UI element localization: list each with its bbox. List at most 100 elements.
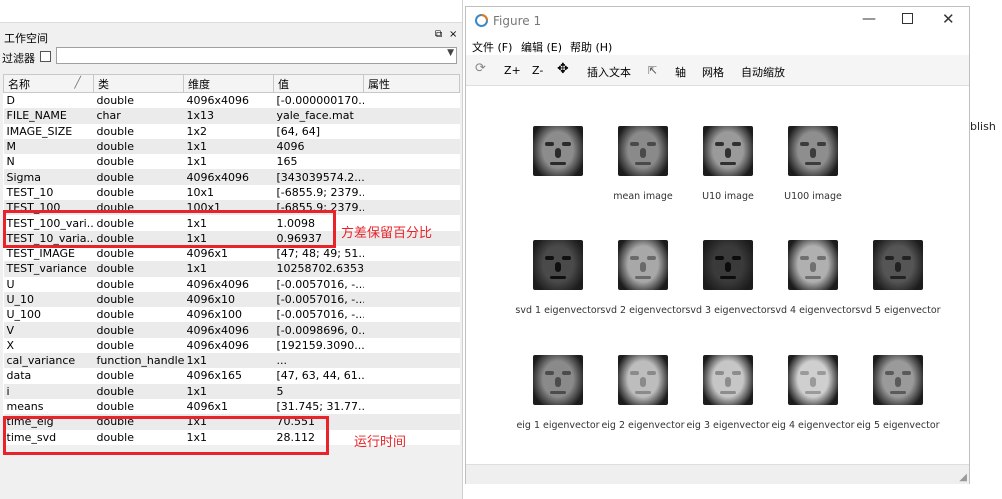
table-row[interactable]: U_100 double 4096x100 [-0.0057016, -...	[3, 307, 460, 323]
face-nose	[810, 148, 816, 158]
table-row[interactable]: Ddouble 4096x4096 [-0.000000170...	[3, 92, 460, 109]
matlab-logo-icon	[475, 14, 488, 27]
face-mouth	[635, 391, 651, 394]
zoom-out-button[interactable]: Z-	[532, 64, 543, 77]
face-mouth	[890, 391, 906, 394]
cell-value: [343039574.2...	[273, 169, 364, 185]
table-row[interactable]: means double 4096x1 [31.745; 31.77...	[3, 398, 460, 415]
table-header: 名称 ╱ 类 维度 值 属性	[3, 74, 460, 93]
face-nose	[555, 377, 561, 387]
column-header-value[interactable]: 值	[273, 74, 364, 93]
variable-table: 名称 ╱ 类 维度 值 属性 Ddouble 4096x4096 [-0.000000…	[3, 74, 460, 445]
workspace-panel: 工作空间 ⧉ × 过滤器 ▼ 名称 ╱ 类 维度 值 属性 Ddouble 4096…	[0, 0, 463, 499]
face-eye-l	[800, 142, 809, 146]
table-row[interactable]: IMAGE_SIZE double 1x2 [64, 64]	[3, 123, 460, 139]
pan-icon[interactable]: ✥	[557, 61, 569, 77]
column-header-class[interactable]: 类	[93, 74, 184, 93]
resize-grip-icon[interactable]: ◢	[959, 472, 967, 483]
axis-button[interactable]: 轴	[675, 64, 686, 80]
face-eye-r	[902, 371, 911, 375]
face-eye-r	[647, 142, 656, 146]
face-eye-r	[732, 256, 741, 260]
face-nose	[810, 262, 816, 272]
variance-annotation: 方差保留百分比	[341, 226, 433, 241]
face-nose	[640, 148, 646, 158]
table-row[interactable]: Udouble 4096x4096 [-0.0057016, -...	[3, 276, 460, 292]
menu-file[interactable]: 文件 (F)	[472, 39, 512, 55]
menu-edit[interactable]: 编辑 (E)	[521, 39, 562, 55]
autoscale-button[interactable]: 自动缩放	[741, 64, 785, 80]
cell-attr	[363, 398, 460, 415]
cell-size: 4096x4096	[183, 322, 274, 338]
cell-name: M	[3, 138, 94, 155]
maximize-icon[interactable]	[902, 13, 913, 24]
face-eye-r	[817, 256, 826, 260]
workspace-title: 工作空间	[4, 32, 48, 45]
close-icon[interactable]: ✕	[942, 10, 955, 28]
table-row[interactable]: Vdouble 4096x4096 [-0.0098696, 0...	[3, 322, 460, 338]
figure-titlebar[interactable]: Figure 1 — ✕	[466, 7, 969, 35]
figure-canvas[interactable]: mean image U10 image U100 image svd 1 eigen…	[466, 86, 969, 464]
table-row[interactable]: Xdouble 4096x4096 [192159.3090...	[3, 337, 460, 354]
cell-size: 4096x4096	[183, 337, 274, 354]
cell-value: ...	[273, 353, 364, 369]
insert-text-button[interactable]: 插入文本	[587, 64, 631, 80]
cell-attr	[363, 108, 460, 124]
cell-class: double	[93, 245, 184, 262]
undock-icon[interactable]: ⧉	[435, 29, 442, 40]
face-mouth	[550, 391, 566, 394]
cell-name: U_10	[3, 291, 94, 308]
close-icon[interactable]: ×	[449, 29, 457, 40]
filter-label: 过滤器	[2, 52, 35, 65]
cell-value: [64, 64]	[273, 123, 364, 139]
face-eye-l	[715, 142, 724, 146]
table-row[interactable]: Sigma double 4096x4096 [343039574.2...	[3, 169, 460, 185]
minimize-icon[interactable]: —	[862, 11, 876, 27]
cell-value: [-0.0098696, 0...	[273, 322, 364, 338]
face-image	[703, 126, 753, 176]
table-row[interactable]: cal_variance function_handle 1x1...	[3, 353, 460, 369]
menu-help[interactable]: 帮助 (H)	[570, 39, 612, 55]
cell-name: cal_variance	[3, 353, 94, 369]
table-row[interactable]: i double 1x1 5	[3, 383, 460, 399]
face-nose	[640, 262, 646, 272]
rotate-icon[interactable]: ⟳	[475, 61, 486, 76]
table-row[interactable]: Ndouble 1x1 165	[3, 154, 460, 170]
cell-name: data	[3, 368, 94, 384]
cell-name: TEST_variance	[3, 261, 94, 277]
zoom-in-button[interactable]: Z+	[504, 64, 521, 77]
face-image	[788, 240, 838, 290]
cell-name: i	[3, 383, 94, 399]
face-eye-l	[885, 256, 894, 260]
face-nose	[810, 377, 816, 387]
table-row[interactable]: Mdouble 1x1 4096	[3, 138, 460, 155]
table-row[interactable]: TEST_IMAGE double 4096x1 [47; 48; 49; 51...	[3, 245, 460, 262]
cell-class: double	[93, 184, 184, 201]
cursor-icon[interactable]: ⇱	[648, 64, 657, 77]
filter-input[interactable]: ▼	[56, 47, 457, 64]
cell-name: X	[3, 337, 94, 354]
column-header-name[interactable]: 名称 ╱	[3, 74, 94, 93]
column-header-attributes[interactable]: 属性	[363, 74, 460, 93]
chevron-down-icon[interactable]: ▼	[447, 48, 454, 58]
face-eye-l	[885, 371, 894, 375]
cell-name: N	[3, 154, 94, 170]
table-row[interactable]: U_10 double 4096x10 [-0.0057016, -...	[3, 291, 460, 308]
face-nose	[725, 148, 731, 158]
face-eye-l	[545, 371, 554, 375]
grid-button[interactable]: 网格	[702, 64, 724, 80]
cell-value: 4096	[273, 138, 364, 155]
cell-attr	[363, 307, 460, 323]
column-header-size[interactable]: 维度	[183, 74, 274, 93]
cell-attr	[363, 322, 460, 338]
cell-class: double	[93, 368, 184, 384]
cell-class: double	[93, 154, 184, 170]
face-eye-r	[902, 256, 911, 260]
table-row[interactable]: FILE_NAME char 1x13 yale_face.mat	[3, 108, 460, 124]
table-row[interactable]: TEST_10 double 10x1 [-6855.9; 2379...	[3, 184, 460, 201]
table-row[interactable]: TEST_variance double 1x1 10258702.63530	[3, 261, 460, 277]
table-row[interactable]: data double 4096x165 [47, 63, 44, 61...	[3, 368, 460, 384]
face-image	[703, 240, 753, 290]
face-mouth	[805, 391, 821, 394]
filter-checkbox[interactable]	[40, 51, 51, 62]
